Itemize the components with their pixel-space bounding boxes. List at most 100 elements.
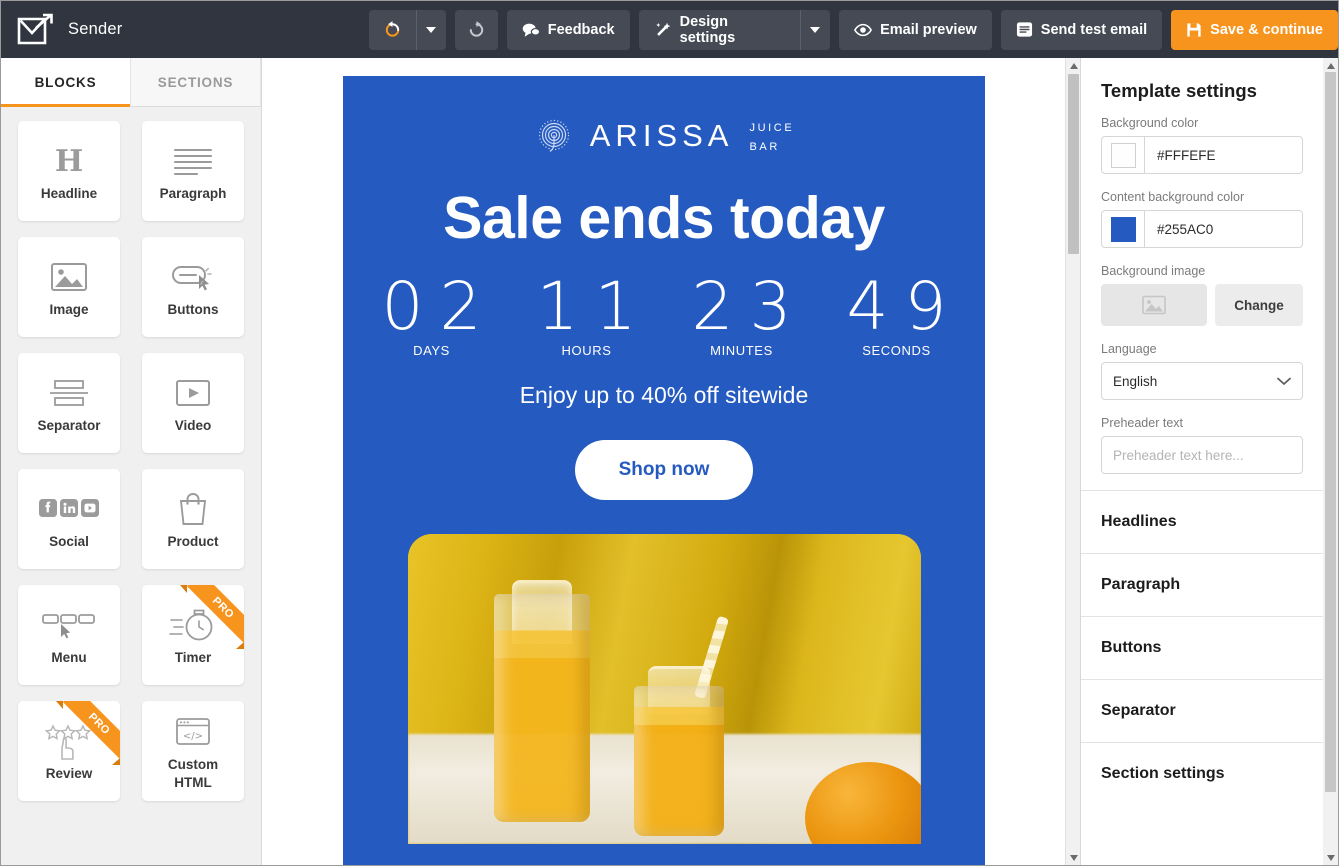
hero-juice-bottle-right (633, 686, 724, 837)
settings-form: Template settings Background color #FFFE… (1081, 58, 1323, 474)
undo-arrow-icon (383, 20, 402, 39)
redo-button[interactable] (454, 9, 498, 50)
app-window: Sender Feedback Design settings Email pr… (0, 0, 1339, 866)
block-label: Separator (37, 417, 101, 433)
accordion-item-section-settings[interactable]: Section settings (1081, 742, 1338, 805)
block-label: Menu (51, 649, 87, 665)
design-settings-label: Design settings (679, 13, 736, 46)
email-preview-button[interactable]: Email preview (839, 9, 992, 50)
block-timer[interactable]: Timer PRO (142, 585, 244, 685)
email-logo-block[interactable]: ARISSA JUICE BAR (343, 76, 985, 156)
countdown-unit-days: 02 DAYS (354, 272, 509, 359)
accordion-item-separator[interactable]: Separator (1081, 679, 1338, 742)
email-template-body[interactable]: ARISSA JUICE BAR Sale ends today 02 DAYS… (343, 76, 985, 865)
accordion-item-buttons[interactable]: Buttons (1081, 616, 1338, 679)
block-video[interactable]: Video (142, 353, 244, 453)
change-background-image-button[interactable]: Change (1215, 284, 1303, 326)
block-custom-html[interactable]: </> Custom HTML (142, 701, 244, 801)
feedback-button[interactable]: Feedback (506, 9, 630, 50)
countdown-value: 23 (691, 268, 808, 345)
background-color-label: Background color (1101, 116, 1199, 130)
color-swatch[interactable] (1110, 142, 1136, 168)
design-settings-button-group[interactable]: Design settings (638, 9, 831, 50)
block-label: Image (49, 301, 89, 317)
separator-divider-icon (47, 371, 91, 415)
tab-blocks[interactable]: BLOCKS (1, 58, 131, 107)
settings-panel-scrollbar[interactable] (1323, 58, 1338, 865)
top-toolbar: Sender Feedback Design settings Email pr… (1, 1, 1338, 58)
picture-placeholder-icon (1142, 295, 1166, 315)
accordion-item-headlines[interactable]: Headlines (1081, 490, 1338, 553)
scroll-down-arrow-icon[interactable] (1327, 855, 1335, 861)
panel-title: Template settings (1101, 80, 1257, 101)
accordion-item-paragraph[interactable]: Paragraph (1081, 553, 1338, 616)
background-color-swatch-cell[interactable] (1102, 137, 1145, 173)
undo-button[interactable] (369, 10, 416, 50)
content-background-color-field: Content background color #255AC0 (1101, 190, 1303, 248)
color-swatch[interactable] (1110, 216, 1136, 242)
countdown-label: MINUTES (710, 343, 773, 359)
save-and-continue-button[interactable]: Save & continue (1171, 9, 1338, 50)
countdown-timer-block[interactable]: 02 DAYS 11 HOURS 23 MINUTES 49 SECONDS (343, 268, 985, 359)
language-field: Language English (1101, 342, 1303, 400)
ribbon-fold-right (236, 642, 244, 649)
hero-image[interactable] (407, 534, 921, 845)
language-select[interactable]: English (1101, 362, 1303, 400)
block-product[interactable]: Product (142, 469, 244, 569)
content-background-color-swatch-cell[interactable] (1102, 211, 1145, 247)
block-label: Headline (40, 185, 98, 201)
canvas-scrollbar[interactable] (1065, 58, 1081, 865)
settings-scrollbar-thumb[interactable] (1325, 72, 1336, 792)
scroll-up-arrow-icon[interactable] (1327, 63, 1335, 69)
background-color-field: Background color #FFFEFE (1101, 116, 1303, 174)
menu-items-cursor-icon (41, 603, 97, 647)
block-label: Video (174, 417, 212, 433)
sidebar-tabs: BLOCKS SECTIONS (1, 58, 261, 107)
language-value: English (1113, 373, 1158, 389)
block-separator[interactable]: Separator (18, 353, 120, 453)
preheader-text-input[interactable] (1101, 436, 1303, 474)
background-color-input[interactable]: #FFFEFE (1101, 136, 1303, 174)
send-test-email-button[interactable]: Send test email (1000, 9, 1163, 50)
block-label: Timer (174, 649, 212, 665)
blocks-sidebar: BLOCKS SECTIONS H Headline Paragraph Ima… (1, 58, 262, 865)
design-settings-button[interactable]: Design settings (639, 10, 800, 50)
blocks-grid: H Headline Paragraph Image Buttons Separ… (1, 107, 261, 815)
block-buttons[interactable]: Buttons (142, 237, 244, 337)
star-rating-hand-icon (44, 719, 94, 763)
block-label: Paragraph (159, 185, 227, 201)
shop-now-button[interactable]: Shop now (574, 440, 754, 501)
scroll-up-arrow-icon[interactable] (1070, 63, 1078, 69)
canvas-scrollbar-thumb[interactable] (1068, 74, 1079, 254)
heading-h-icon: H (52, 139, 86, 183)
countdown-label: SECONDS (862, 343, 931, 359)
block-headline[interactable]: H Headline (18, 121, 120, 221)
block-menu[interactable]: Menu (18, 585, 120, 685)
countdown-value: 11 (536, 268, 653, 345)
block-paragraph[interactable]: Paragraph (142, 121, 244, 221)
email-canvas: ARISSA JUICE BAR Sale ends today 02 DAYS… (263, 58, 1081, 865)
shopping-bag-icon (176, 487, 210, 531)
background-image-preview[interactable] (1101, 284, 1207, 326)
background-image-row: Change (1101, 284, 1303, 326)
undo-button-group[interactable] (368, 9, 446, 50)
ribbon-fold-left (56, 701, 63, 709)
block-image[interactable]: Image (18, 237, 120, 337)
content-background-color-value[interactable]: #255AC0 (1145, 222, 1213, 237)
scroll-down-arrow-icon[interactable] (1070, 855, 1078, 861)
logo-wordmark: ARISSA (589, 118, 734, 153)
envelope-open-icon (1016, 21, 1033, 38)
background-color-value[interactable]: #FFFEFE (1145, 148, 1216, 163)
design-settings-dropdown[interactable] (799, 9, 830, 50)
email-headline[interactable]: Sale ends today (343, 184, 985, 252)
email-subtext[interactable]: Enjoy up to 40% off sitewide (343, 382, 985, 409)
undo-history-dropdown[interactable] (415, 9, 446, 50)
content-background-color-input[interactable]: #255AC0 (1101, 210, 1303, 248)
countdown-unit-seconds: 49 SECONDS (819, 272, 974, 359)
block-social[interactable]: Social (18, 469, 120, 569)
preheader-text-label: Preheader text (1101, 416, 1183, 430)
brand-area: Sender (1, 13, 369, 47)
tab-sections[interactable]: SECTIONS (131, 58, 261, 107)
block-review[interactable]: Review PRO (18, 701, 120, 801)
code-window-icon: </> (174, 710, 212, 754)
